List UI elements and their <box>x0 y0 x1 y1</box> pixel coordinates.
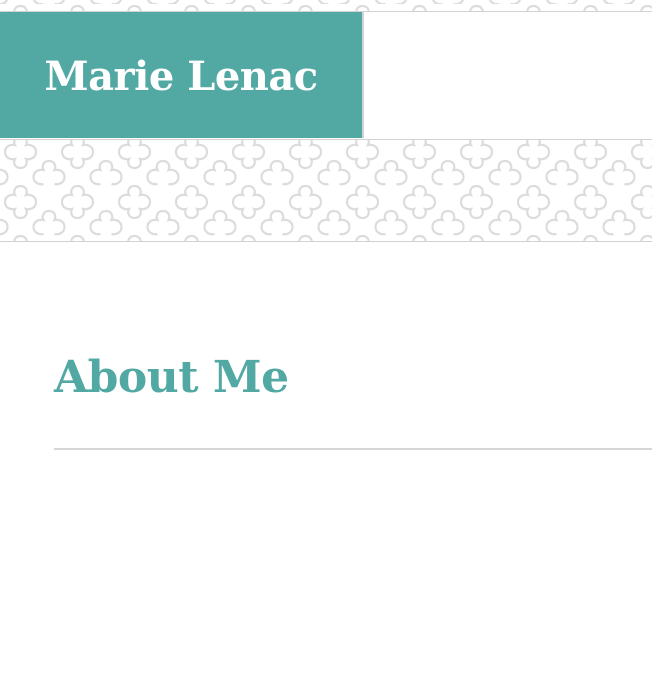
quatrefoil-pattern <box>0 0 652 11</box>
quatrefoil-pattern <box>0 140 652 241</box>
page-title: About Me <box>54 352 289 403</box>
title-divider <box>54 448 652 450</box>
site-header: Marie Lenac <box>0 12 652 138</box>
site-title[interactable]: Marie Lenac <box>44 51 318 100</box>
header-pattern-strip <box>0 0 652 12</box>
decorative-pattern-band <box>0 139 652 242</box>
page: Marie Lenac About Me <box>0 0 652 680</box>
site-title-box[interactable]: Marie Lenac <box>0 12 364 138</box>
